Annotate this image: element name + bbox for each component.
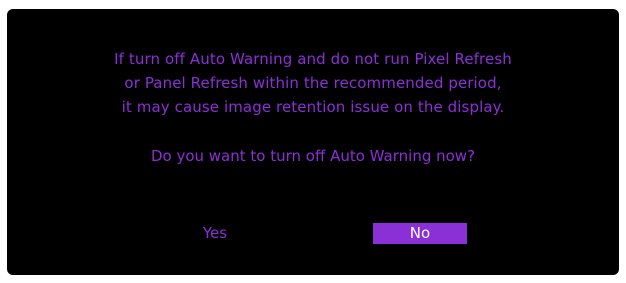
osd-confirmation-dialog: If turn off Auto Warning and do not run … (7, 9, 619, 275)
cropped-background-text (150, 0, 410, 5)
warning-message-line-2: or Panel Refresh within the recommended … (124, 74, 502, 92)
warning-message-line-3: it may cause image retention issue on th… (121, 98, 505, 116)
warning-message-line-1: If turn off Auto Warning and do not run … (114, 50, 512, 68)
warning-message: If turn off Auto Warning and do not run … (7, 47, 619, 119)
confirmation-question: Do you want to turn off Auto Warning now… (150, 147, 476, 165)
yes-button[interactable]: Yes (168, 223, 262, 244)
no-button[interactable]: No (373, 223, 467, 244)
